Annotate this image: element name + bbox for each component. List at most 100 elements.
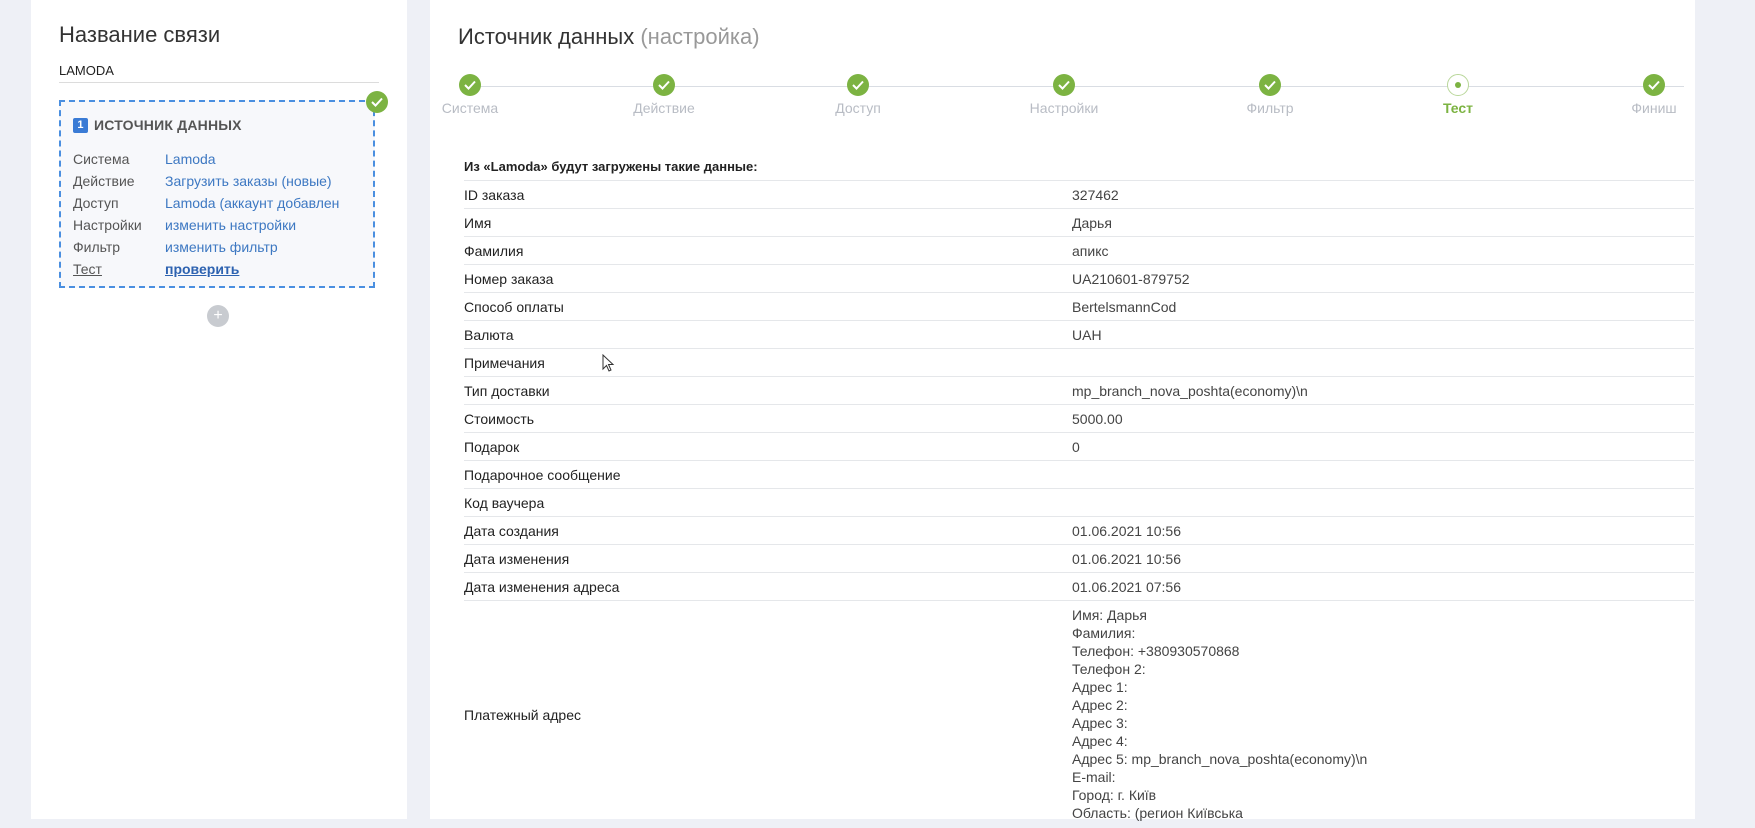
card-row-label: Тест [73, 261, 165, 283]
step-label: Действие [599, 100, 729, 116]
field-value: 0 [1072, 433, 1694, 461]
billing-address-value: Имя: Дарья Фамилия: Телефон: +3809305708… [1072, 601, 1694, 828]
action-link[interactable]: Загрузить заказы (новые) [165, 173, 361, 195]
step-action[interactable]: Действие [599, 74, 729, 116]
card-rows: Система Lamoda Действие Загрузить заказы… [73, 151, 361, 283]
edit-settings-link[interactable]: изменить настройки [165, 217, 361, 239]
field-value: 01.06.2021 10:56 [1072, 545, 1694, 573]
step-label: Доступ [793, 100, 923, 116]
table-row-billing-address: Платежный адрес Имя: Дарья Фамилия: Теле… [464, 601, 1694, 828]
field-name: Подарок [464, 433, 1072, 461]
left-panel: Название связи LAMODA 1 ИСТОЧНИК ДАННЫХ … [31, 0, 407, 819]
field-value: Дарья [1072, 209, 1694, 237]
step-system[interactable]: Система [405, 74, 535, 116]
field-value [1072, 461, 1694, 489]
card-row-filter: Фильтр изменить фильтр [73, 239, 361, 261]
table-row: ВалютаUAH [464, 321, 1694, 349]
field-value: UAH [1072, 321, 1694, 349]
check-icon [1259, 74, 1281, 96]
data-table: ID заказа327462 ИмяДарья Фамилияапикс Но… [464, 180, 1694, 828]
field-name: Примечания [464, 349, 1072, 377]
page-title-text: Источник данных [458, 24, 634, 49]
add-step-button[interactable]: + [207, 305, 229, 327]
table-row: ID заказа327462 [464, 181, 1694, 209]
connection-title: Название связи [59, 22, 220, 48]
field-value: 5000.00 [1072, 405, 1694, 433]
table-row: Фамилияапикс [464, 237, 1694, 265]
step-label: Настройки [999, 100, 1129, 116]
current-step-icon [1447, 74, 1469, 96]
billing-line: Телефон 2: [1072, 660, 1686, 678]
data-heading: Из «Lamoda» будут загружены такие данные… [464, 159, 758, 174]
card-row-test: Тест проверить [73, 261, 361, 283]
field-name: Номер заказа [464, 265, 1072, 293]
field-name: Стоимость [464, 405, 1072, 433]
page-title-sub: (настройка) [640, 24, 759, 49]
field-value: 01.06.2021 10:56 [1072, 517, 1694, 545]
billing-line: Имя: Дарья [1072, 606, 1686, 624]
card-row-system: Система Lamoda [73, 151, 361, 173]
billing-line: Адрес 3: [1072, 714, 1686, 732]
step-settings[interactable]: Настройки [999, 74, 1129, 116]
step-access[interactable]: Доступ [793, 74, 923, 116]
table-row: Тип доставкиmp_branch_nova_poshta(econom… [464, 377, 1694, 405]
field-value: 327462 [1072, 181, 1694, 209]
system-link[interactable]: Lamoda [165, 151, 361, 173]
access-link[interactable]: Lamoda (аккаунт добавлен [165, 195, 361, 217]
field-value: mp_branch_nova_poshta(economy)\n [1072, 377, 1694, 405]
billing-line: Адрес 1: [1072, 678, 1686, 696]
billing-line: E-mail: [1072, 768, 1686, 786]
data-source-card[interactable]: 1 ИСТОЧНИК ДАННЫХ Система Lamoda Действи… [59, 100, 375, 288]
field-name: Валюта [464, 321, 1072, 349]
table-row: Номер заказаUA210601-879752 [464, 265, 1694, 293]
table-row: Дата изменения адреса01.06.2021 07:56 [464, 573, 1694, 601]
card-row-label: Система [73, 151, 165, 173]
billing-line: Город: г. Київ [1072, 786, 1686, 804]
field-name: Способ оплаты [464, 293, 1072, 321]
table-row: Подарок0 [464, 433, 1694, 461]
step-finish[interactable]: Финиш [1589, 74, 1719, 116]
field-name: Дата изменения адреса [464, 573, 1072, 601]
mouse-cursor-icon [602, 354, 616, 374]
check-link[interactable]: проверить [165, 261, 361, 283]
table-row: Способ оплатыBertelsmannCod [464, 293, 1694, 321]
step-label: Фильтр [1205, 100, 1335, 116]
field-value: UA210601-879752 [1072, 265, 1694, 293]
progress-stepper: Система Действие Доступ Настройки Фильтр… [458, 74, 1696, 124]
step-number-badge: 1 [73, 118, 88, 133]
field-name: Дата изменения [464, 545, 1072, 573]
table-row: Дата создания01.06.2021 10:56 [464, 517, 1694, 545]
check-icon [1643, 74, 1665, 96]
card-row-access: Доступ Lamoda (аккаунт добавлен [73, 195, 361, 217]
main-panel: Источник данных (настройка) Система Дейс… [430, 0, 1695, 819]
field-name: Тип доставки [464, 377, 1072, 405]
step-label: Система [405, 100, 535, 116]
table-row: Примечания [464, 349, 1694, 377]
table-row: Стоимость5000.00 [464, 405, 1694, 433]
billing-line: Телефон: +380930570868 [1072, 642, 1686, 660]
field-value [1072, 489, 1694, 517]
billing-line: Адрес 4: [1072, 732, 1686, 750]
billing-line: Адрес 5: mp_branch_nova_poshta(economy)\… [1072, 750, 1686, 768]
field-name: Фамилия [464, 237, 1072, 265]
field-name: Дата создания [464, 517, 1072, 545]
field-name: Подарочное сообщение [464, 461, 1072, 489]
edit-filter-link[interactable]: изменить фильтр [165, 239, 361, 261]
card-row-label: Действие [73, 173, 165, 195]
step-test[interactable]: Тест [1393, 74, 1523, 116]
field-name: ID заказа [464, 181, 1072, 209]
check-icon [366, 91, 388, 113]
table-row: Подарочное сообщение [464, 461, 1694, 489]
connection-name-field[interactable]: LAMODA [59, 63, 379, 83]
billing-line: Адрес 2: [1072, 696, 1686, 714]
table-row: ИмяДарья [464, 209, 1694, 237]
check-icon [653, 74, 675, 96]
field-name: Платежный адрес [464, 601, 1072, 828]
billing-line: Фамилия: [1072, 624, 1686, 642]
step-label: Финиш [1589, 100, 1719, 116]
check-icon [459, 74, 481, 96]
table-row: Дата изменения01.06.2021 10:56 [464, 545, 1694, 573]
card-row-label: Доступ [73, 195, 165, 217]
step-filter[interactable]: Фильтр [1205, 74, 1335, 116]
card-row-action: Действие Загрузить заказы (новые) [73, 173, 361, 195]
